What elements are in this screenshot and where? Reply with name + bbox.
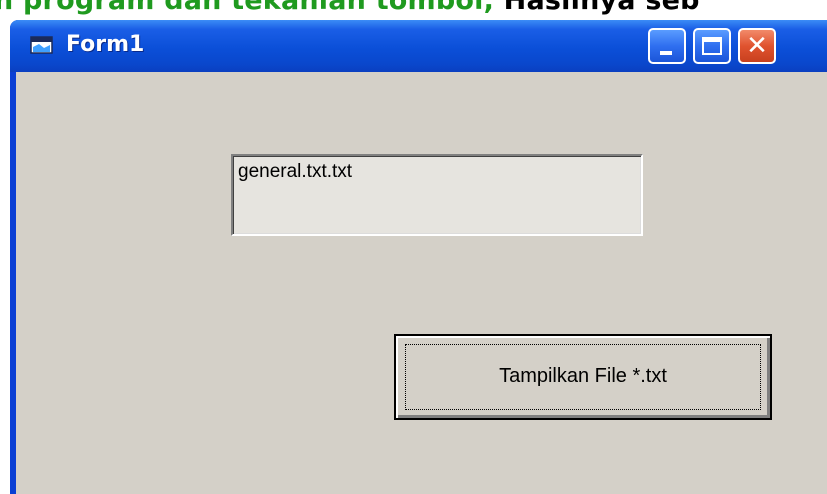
form-window: Form1 ✕ general.txt.txt Tampilkan File *… bbox=[10, 20, 827, 494]
textbox-value: general.txt.txt bbox=[238, 161, 353, 182]
button-label: Tampilkan File *.txt bbox=[499, 365, 667, 387]
maximize-icon bbox=[702, 37, 722, 55]
minimize-icon bbox=[660, 51, 672, 55]
form-client-area: general.txt.txt Tampilkan File *.txt bbox=[16, 72, 827, 494]
form-window-icon[interactable] bbox=[30, 35, 54, 55]
window-title: Form1 bbox=[66, 32, 145, 57]
close-button[interactable]: ✕ bbox=[738, 28, 776, 64]
filename-textbox[interactable]: general.txt.txt bbox=[231, 154, 643, 236]
page-caption: n program dan tekanlah tombol, Hasilnya … bbox=[0, 0, 700, 16]
maximize-button[interactable] bbox=[693, 28, 731, 64]
caption-black-text: Hasilnya seb bbox=[494, 0, 700, 16]
close-icon: ✕ bbox=[746, 31, 768, 61]
title-bar[interactable]: Form1 ✕ bbox=[10, 20, 827, 72]
show-txt-files-button[interactable]: Tampilkan File *.txt bbox=[394, 334, 772, 420]
screenshot-page: n program dan tekanlah tombol, Hasilnya … bbox=[0, 0, 827, 494]
minimize-button[interactable] bbox=[648, 28, 686, 64]
caption-green-text: n program dan tekanlah tombol, bbox=[0, 0, 495, 16]
